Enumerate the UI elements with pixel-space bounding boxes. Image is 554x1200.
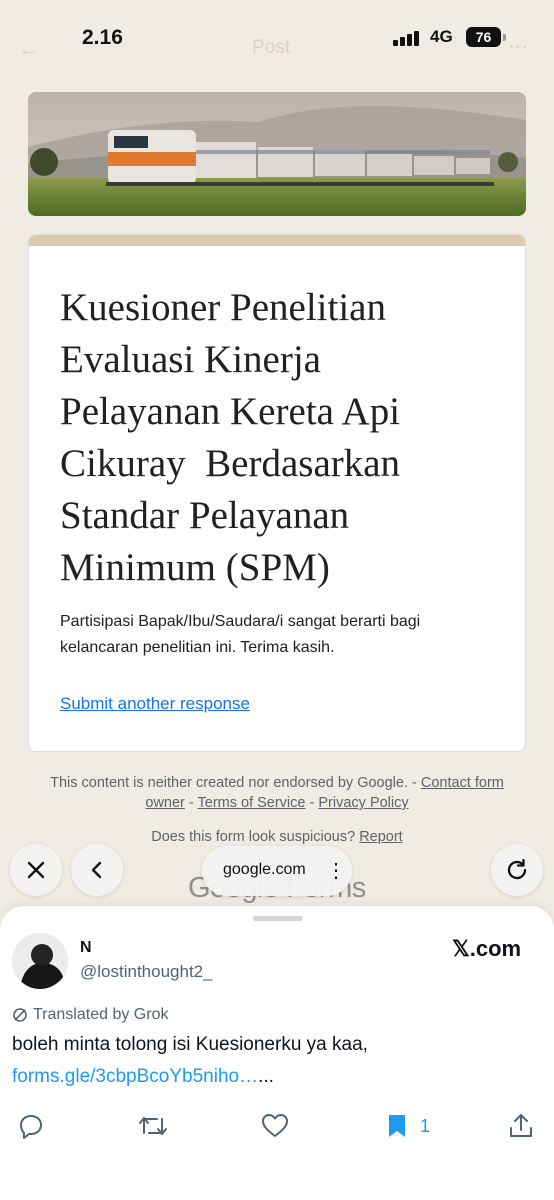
reply-icon [20,1115,42,1139]
form-description: Partisipasi Bapak/Ibu/Saudara/i sangat b… [60,613,421,656]
form-footer-disclaimer: This content is neither created nor endo… [40,773,514,813]
signal-icon [393,30,423,46]
terms-link[interactable]: Terms of Service [198,795,306,811]
reply-button[interactable] [18,1112,44,1140]
avatar[interactable] [12,933,68,989]
more-icon: ⋯ [508,36,529,58]
tweet-sheet: N @lostinthought2_ 𝕏.com Translated by G… [0,906,554,1200]
close-icon [27,861,45,879]
bookmark-button[interactable]: 1 [386,1112,430,1140]
url-text: google.com [223,861,306,878]
report-link[interactable]: Report [359,829,403,845]
like-button[interactable] [261,1112,289,1140]
url-bar[interactable]: google.com ⋮ [202,846,352,896]
status-time: 2.16 [82,26,123,49]
close-button[interactable] [10,844,62,896]
form-confirmation-card: Kuesioner Penelitian Evaluasi Kinerja Pe… [28,234,526,752]
back-arrow-icon: ← [18,36,40,61]
author-handle[interactable]: @lostinthought2_ [80,962,213,982]
chevron-left-icon [91,861,102,879]
share-icon [510,1114,532,1137]
suspicious-line: Does this form look suspicious? Report [40,827,514,847]
tweet-link-line: forms.gle/3cbpBcoYb5niho…... [12,1066,274,1088]
form-card-accent-bar [29,235,525,246]
footer-separator: - [305,795,319,811]
suspicious-text: Does this form look suspicious? [151,829,360,845]
bookmark-count: 1 [420,1115,431,1136]
battery-tip [503,34,506,41]
reload-icon [507,858,527,880]
repost-icon [139,1117,167,1135]
sheet-grabber[interactable] [253,916,303,921]
form-title: Kuesioner Penelitian Evaluasi Kinerja Pe… [60,286,401,589]
privacy-link[interactable]: Privacy Policy [318,795,408,811]
network-type: 4G [430,27,453,46]
share-button[interactable] [508,1112,534,1140]
disclaimer-text: This content is neither created nor endo… [50,775,421,791]
submit-another-response-link[interactable]: Submit another response [60,694,250,714]
heart-icon [262,1114,288,1137]
form-header-image [28,92,526,216]
ghost-page-title: Post [252,37,291,58]
author-name[interactable]: N [80,939,92,957]
url-menu-icon[interactable]: ⋮ [326,858,346,883]
repost-button[interactable] [138,1112,168,1140]
status-bar: ← 2.16 Post ⋯ 4G 76 [0,0,554,76]
browser-back-button[interactable] [71,844,123,896]
footer-separator: - [184,795,198,811]
x-logo: 𝕏.com [452,936,522,961]
tweet-text: boleh minta tolong isi Kuesionerku ya ka… [12,1034,368,1055]
reload-button[interactable] [491,844,543,896]
bookmark-icon [389,1115,405,1137]
battery-icon: 76 [466,27,501,47]
tweet-link[interactable]: forms.gle/3cbpBcoYb5niho… [12,1066,258,1087]
translate-icon [13,1008,27,1022]
translated-by-label: Translated by Grok [33,1006,169,1023]
translation-note: Translated by Grok [12,1006,168,1024]
link-ellipsis: ... [258,1066,274,1087]
